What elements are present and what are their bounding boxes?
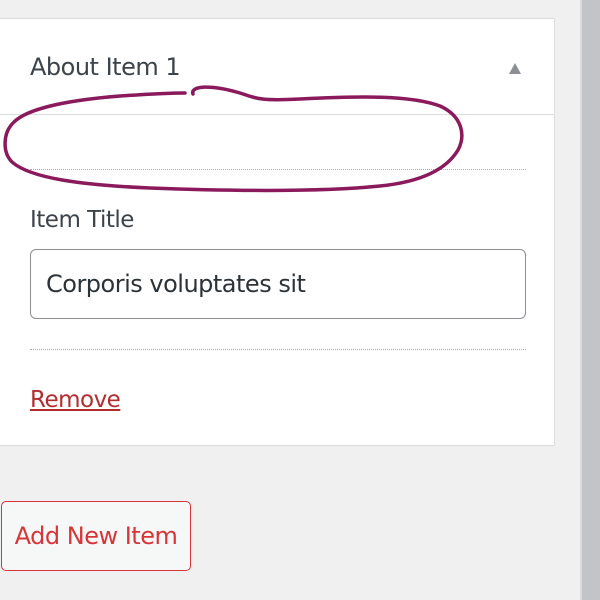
repeater-item-panel: About Item 1 Item Title Remove <box>0 18 555 446</box>
scrollbar-track[interactable] <box>582 0 600 600</box>
collapse-toggle[interactable] <box>503 57 527 81</box>
remove-item-link[interactable]: Remove <box>30 387 121 413</box>
item-panel-title: About Item 1 <box>30 53 181 81</box>
item-title-label: Item Title <box>30 207 134 233</box>
item-title-input[interactable] <box>30 249 526 319</box>
section-divider <box>30 169 526 170</box>
add-new-item-button[interactable]: Add New Item <box>1 501 191 571</box>
item-panel-header[interactable]: About Item 1 <box>0 19 554 115</box>
triangle-up-icon <box>509 63 521 74</box>
section-divider <box>30 349 526 350</box>
